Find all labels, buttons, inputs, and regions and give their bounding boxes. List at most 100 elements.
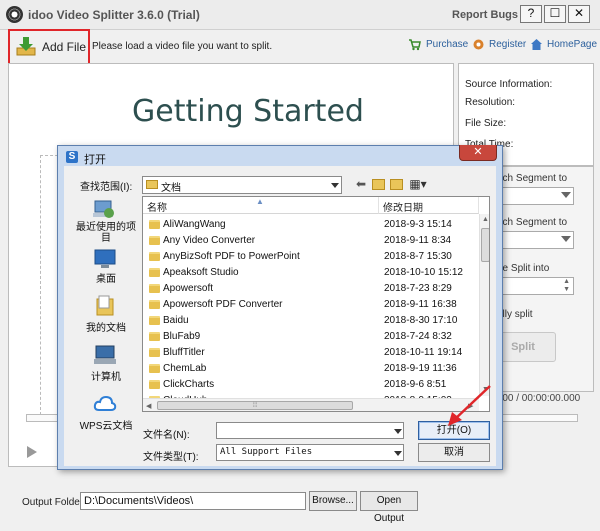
dialog-close-button[interactable]: ✕ bbox=[459, 145, 497, 161]
file-size-label: File Size: bbox=[465, 118, 507, 129]
file-row[interactable]: ChemLab 2018-9-19 11:36 bbox=[143, 361, 479, 377]
cancel-button[interactable]: 取消 bbox=[418, 443, 490, 462]
folder-icon bbox=[149, 236, 160, 245]
homepage-link[interactable]: HomePage bbox=[547, 39, 597, 50]
browse-button[interactable]: Browse... bbox=[309, 491, 357, 511]
register-icon bbox=[473, 39, 484, 50]
chevron-down-icon[interactable] bbox=[394, 451, 402, 456]
place-desktop[interactable]: 桌面 bbox=[72, 270, 140, 285]
cloud-icon bbox=[93, 395, 117, 411]
load-hint-text: Please load a video file you want to spl… bbox=[92, 41, 273, 52]
file-name: Apeaksoft Studio bbox=[163, 267, 239, 278]
place-wps-cloud[interactable]: WPS云文档 bbox=[72, 417, 140, 432]
file-row[interactable]: AliWangWang 2018-9-3 15:14 bbox=[143, 217, 479, 233]
file-row[interactable]: Any Video Converter 2018-9-11 8:34 bbox=[143, 233, 479, 249]
file-name: Any Video Converter bbox=[163, 235, 256, 246]
file-row[interactable]: AnyBizSoft PDF to PowerPoint 2018-8-7 15:… bbox=[143, 249, 479, 265]
close-button[interactable]: ✕ bbox=[568, 5, 590, 23]
folder-icon bbox=[149, 252, 160, 261]
folder-icon bbox=[146, 180, 158, 189]
file-list: 名称 ▲ 修改日期 AliWangWang 2018-9-3 15:14 Any … bbox=[142, 196, 490, 412]
scroll-left-icon[interactable]: ◀ bbox=[146, 402, 151, 410]
app-logo-icon bbox=[6, 6, 23, 23]
output-folder-input[interactable]: D:\Documents\Videos\ bbox=[80, 492, 306, 510]
home-icon bbox=[531, 39, 542, 50]
file-row[interactable]: Apeaksoft Studio 2018-10-10 15:12 bbox=[143, 265, 479, 281]
up-folder-icon[interactable] bbox=[372, 179, 385, 190]
place-documents[interactable]: 我的文档 bbox=[72, 319, 140, 334]
file-date: 2018-7-24 8:32 bbox=[384, 331, 452, 342]
place-recent[interactable]: 最近使用的项目 bbox=[72, 222, 140, 244]
chevron-down-icon[interactable] bbox=[394, 429, 402, 434]
split-by-time-label: ach Segment to bbox=[497, 173, 568, 184]
file-row[interactable]: Apowersoft PDF Converter 2018-9-11 16:38 bbox=[143, 297, 479, 313]
file-date: 2018-8-30 17:10 bbox=[384, 315, 458, 326]
column-name-label: 名称 bbox=[147, 203, 167, 214]
report-bugs-link[interactable]: Report Bugs bbox=[452, 9, 518, 21]
file-name: Apowersoft PDF Converter bbox=[163, 299, 283, 310]
file-date: 2018-9-19 11:36 bbox=[384, 363, 457, 374]
play-icon[interactable] bbox=[27, 446, 37, 458]
source-info-label: Source Information: bbox=[465, 79, 553, 90]
file-type-combo[interactable]: All Support Files bbox=[216, 444, 404, 461]
file-date: 2018-10-11 19:14 bbox=[384, 347, 463, 358]
file-date: 2018-7-23 8:29 bbox=[384, 283, 452, 294]
vertical-scroll-thumb[interactable] bbox=[481, 228, 489, 262]
average-split-label: ge Split into bbox=[497, 263, 550, 274]
file-name: BluffTitler bbox=[163, 347, 205, 358]
folder-icon bbox=[149, 268, 160, 277]
back-icon[interactable]: ⬅ bbox=[353, 177, 369, 191]
file-row[interactable]: BluFab9 2018-7-24 8:32 bbox=[143, 329, 479, 345]
look-in-value: 文档 bbox=[161, 183, 181, 194]
file-row[interactable]: Apowersoft 2018-7-23 8:29 bbox=[143, 281, 479, 297]
red-arrow-annotation bbox=[448, 385, 491, 426]
split-by-size-label: ach Segment to bbox=[497, 217, 568, 228]
folder-icon bbox=[149, 364, 160, 373]
horizontal-scroll-thumb[interactable]: ⦙⦙⦙ bbox=[157, 401, 353, 410]
place-computer[interactable]: 计算机 bbox=[72, 368, 140, 383]
scroll-up-icon[interactable]: ▲ bbox=[482, 216, 489, 223]
chevron-down-icon bbox=[561, 192, 571, 198]
view-menu-icon[interactable]: ▦▾ bbox=[407, 177, 429, 191]
folder-icon bbox=[149, 380, 160, 389]
file-row[interactable]: Baidu 2018-8-30 17:10 bbox=[143, 313, 479, 329]
file-name: AnyBizSoft PDF to PowerPoint bbox=[163, 251, 300, 262]
documents-icon bbox=[96, 295, 114, 316]
file-row[interactable]: ClickCharts 2018-9-6 8:51 bbox=[143, 377, 479, 393]
column-modified-header[interactable]: 修改日期 bbox=[379, 197, 479, 214]
register-link[interactable]: Register bbox=[489, 39, 526, 50]
app-title: idoo Video Splitter 3.6.0 (Trial) bbox=[28, 8, 200, 22]
look-in-label: 查找范围(I): bbox=[80, 182, 133, 193]
maximize-button[interactable]: ☐ bbox=[544, 5, 566, 23]
dialog-s-icon: S bbox=[66, 151, 78, 163]
file-name: Baidu bbox=[163, 315, 189, 326]
folder-icon bbox=[149, 284, 160, 293]
stepper-arrows-icon: ▲ ▼ bbox=[563, 278, 570, 293]
file-date: 2018-9-11 8:34 bbox=[384, 235, 452, 246]
horizontal-scrollbar[interactable]: ◀ ⦙⦙⦙ ▶ bbox=[143, 398, 479, 411]
file-name-label: 文件名(N): bbox=[143, 430, 190, 441]
file-name-input[interactable] bbox=[216, 422, 404, 439]
file-name: ClickCharts bbox=[163, 379, 215, 390]
resolution-label: Resolution: bbox=[465, 97, 516, 108]
new-folder-icon[interactable] bbox=[390, 179, 403, 190]
desktop-icon bbox=[94, 249, 116, 268]
time-readout: .000 / 00:00:00.000 bbox=[494, 393, 581, 404]
purchase-link[interactable]: Purchase bbox=[426, 39, 468, 50]
cart-icon bbox=[409, 39, 421, 51]
open-output-button[interactable]: Open Output bbox=[360, 491, 418, 524]
getting-started-heading: Getting Started bbox=[132, 94, 364, 129]
computer-icon bbox=[94, 345, 116, 364]
help-button[interactable]: ? bbox=[520, 5, 542, 23]
output-folder-label: Output Folder: bbox=[22, 497, 86, 508]
folder-icon bbox=[149, 316, 160, 325]
vertical-scrollbar[interactable]: ▲ ▼ bbox=[479, 214, 489, 396]
column-name-header[interactable]: 名称 ▲ bbox=[143, 197, 379, 214]
add-file-button[interactable]: Add File bbox=[8, 29, 90, 67]
file-name: AliWangWang bbox=[163, 219, 226, 230]
folder-icon bbox=[149, 348, 160, 357]
file-row[interactable]: BluffTitler 2018-10-11 19:14 bbox=[143, 345, 479, 361]
add-file-icon bbox=[16, 37, 36, 56]
folder-icon bbox=[149, 220, 160, 229]
file-date: 2018-9-6 8:51 bbox=[384, 379, 447, 390]
